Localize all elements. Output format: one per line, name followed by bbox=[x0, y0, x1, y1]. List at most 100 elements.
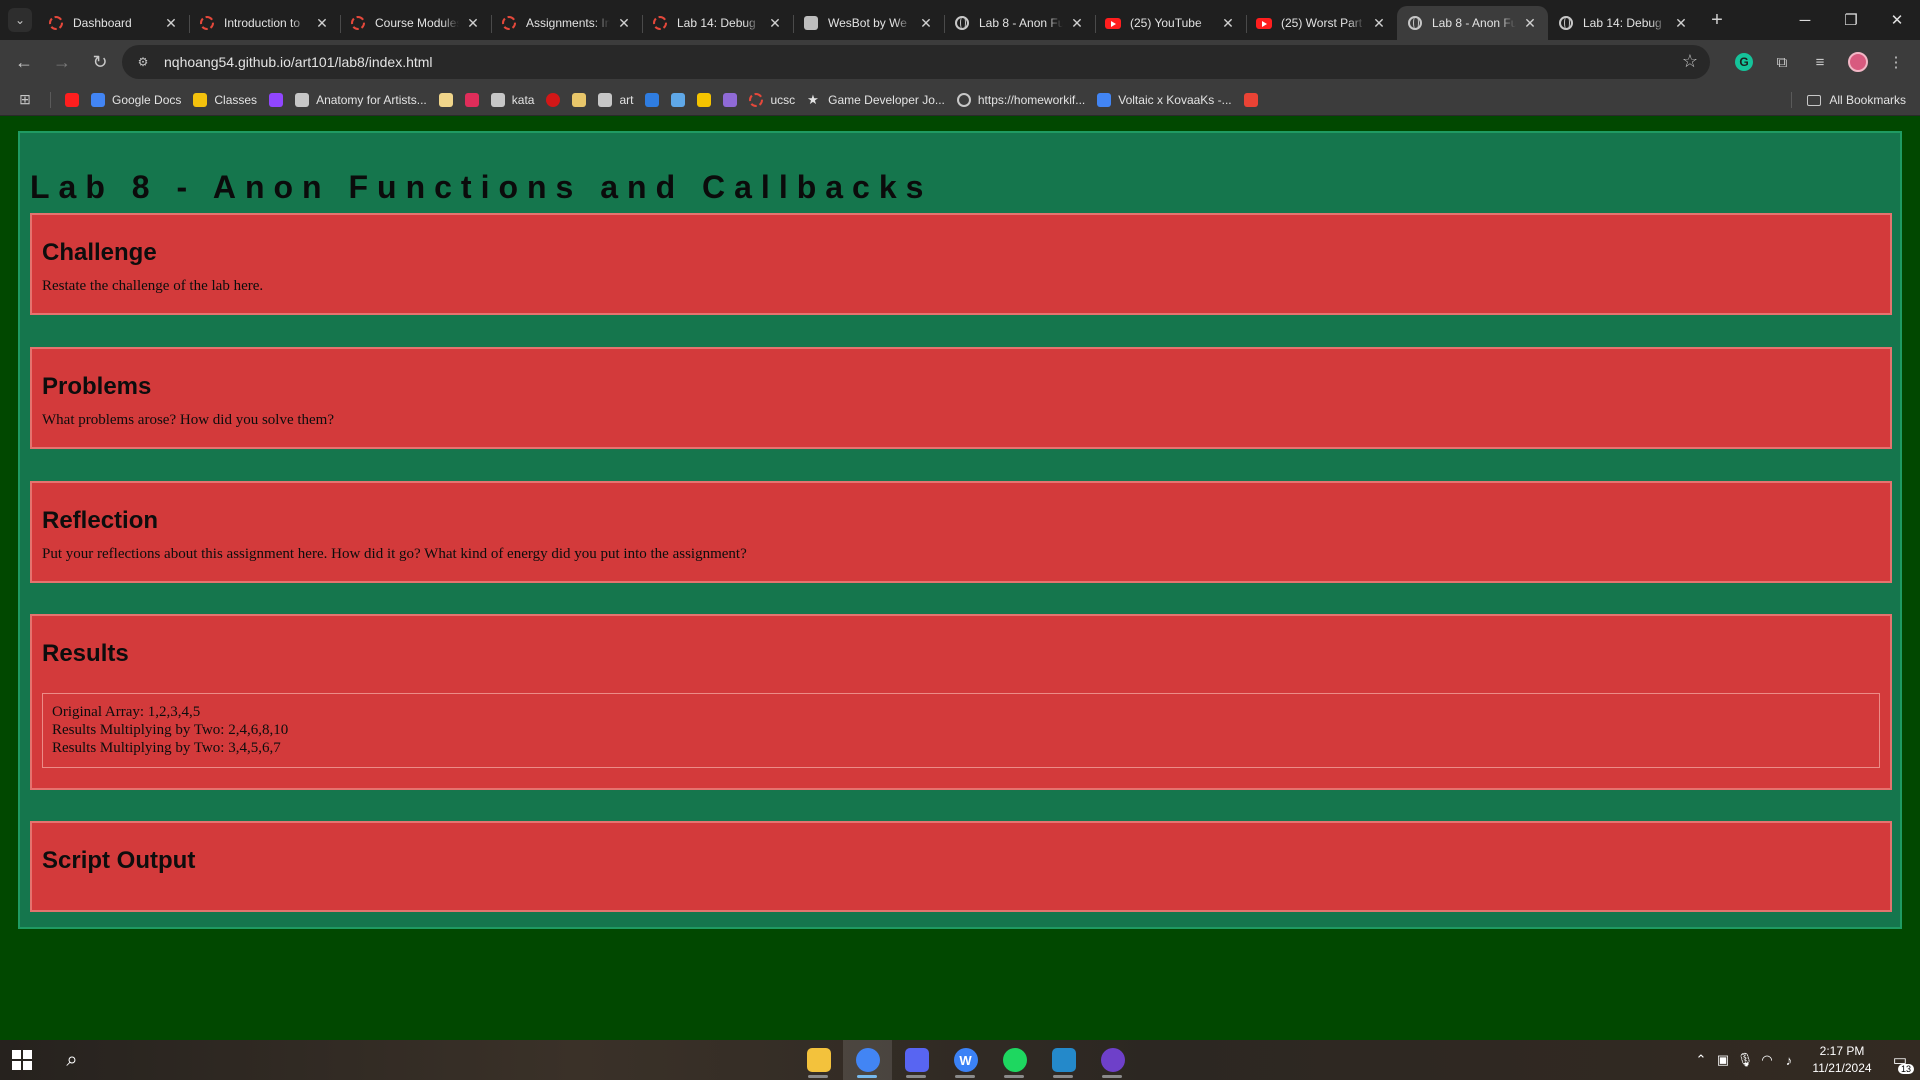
bookmark-item[interactable]: Anatomy for Artists... bbox=[289, 87, 433, 113]
close-tab-icon[interactable]: ✕ bbox=[767, 15, 783, 32]
page-title: Lab 8 - Anon Functions and Callbacks bbox=[30, 169, 933, 205]
close-tab-icon[interactable]: ✕ bbox=[1069, 15, 1085, 32]
taskbar-app-button[interactable] bbox=[1088, 1040, 1137, 1080]
grammarly-extension-button[interactable]: G bbox=[1728, 46, 1760, 78]
youtube-icon bbox=[65, 92, 79, 107]
close-tab-icon[interactable]: ✕ bbox=[163, 15, 179, 32]
wifi-icon[interactable]: ◠ bbox=[1756, 1052, 1778, 1068]
anatomy-icon bbox=[295, 92, 310, 107]
youtube-icon bbox=[1256, 15, 1272, 31]
site-info-icon[interactable]: ⚙ bbox=[132, 51, 154, 73]
address-url[interactable]: nqhoang54.github.io/art101/lab8/index.ht… bbox=[164, 54, 433, 70]
windows-taskbar: ⌕ W ⌃ ▣ 🎙 ◠ ♪ 2:17 PM 11/21/2024 ▭ 13 bbox=[0, 1040, 1920, 1080]
apps-grid-icon[interactable]: ⊞ bbox=[18, 91, 32, 107]
chrome-menu-button[interactable]: ⋮ bbox=[1880, 46, 1912, 78]
bookmark-item[interactable] bbox=[59, 87, 85, 113]
browser-tab[interactable]: Lab 8 - Anon Fu ✕ bbox=[1397, 6, 1548, 40]
canvas-ring-icon bbox=[350, 15, 366, 31]
browser-tab[interactable]: Assignments: In ✕ bbox=[491, 6, 642, 40]
minimize-button[interactable]: ─ bbox=[1782, 0, 1828, 40]
results-section: Results Original Array: 1,2,3,4,5 Result… bbox=[30, 614, 1892, 790]
clock[interactable]: 2:17 PM 11/21/2024 bbox=[1804, 1043, 1880, 1077]
bookmark-item[interactable]: ★ Game Developer Jo... bbox=[801, 87, 951, 113]
media-controls-button[interactable]: ≡ bbox=[1804, 46, 1836, 78]
dp-icon bbox=[697, 92, 712, 107]
bookmark-item[interactable]: Google Docs bbox=[85, 87, 187, 113]
tab-title: Lab 8 - Anon Fu bbox=[1432, 16, 1516, 30]
bookmark-list: Google Docs Classes Anatomy for Artists...… bbox=[59, 87, 1264, 113]
bookmark-star-icon[interactable]: ☆ bbox=[1682, 51, 1698, 72]
close-tab-icon[interactable]: ✕ bbox=[1220, 15, 1236, 32]
tab-title: Dashboard bbox=[73, 16, 132, 30]
browser-tab[interactable]: (25) Worst Part ✕ bbox=[1246, 6, 1397, 40]
chevron-up-icon[interactable]: ⌃ bbox=[1690, 1052, 1712, 1068]
browser-tab[interactable]: Course Modules ✕ bbox=[340, 6, 491, 40]
browser-tab[interactable]: (25) YouTube ✕ bbox=[1095, 6, 1246, 40]
taskbar-app-button[interactable] bbox=[794, 1040, 843, 1080]
tab-title: Lab 14: Debug bbox=[1583, 16, 1662, 30]
bookmark-item[interactable] bbox=[639, 87, 665, 113]
bookmark-label: ucsc bbox=[770, 92, 796, 107]
all-bookmarks-button[interactable]: All Bookmarks bbox=[1807, 87, 1906, 113]
bookmark-item[interactable] bbox=[1238, 87, 1264, 113]
taskbar-app-button[interactable]: W bbox=[941, 1040, 990, 1080]
bookmark-item[interactable] bbox=[540, 87, 566, 113]
taskbar-app-button[interactable] bbox=[892, 1040, 941, 1080]
meet-now-icon[interactable]: ▣ bbox=[1712, 1052, 1734, 1068]
bookmark-item[interactable]: Voltaic x KovaaKs -... bbox=[1091, 87, 1237, 113]
canvas-ring-icon bbox=[652, 15, 668, 31]
forward-button[interactable]: → bbox=[46, 46, 78, 78]
bookmark-item[interactable] bbox=[263, 87, 289, 113]
bookmark-item[interactable] bbox=[691, 87, 717, 113]
bookmark-item[interactable]: https://homeworkif... bbox=[951, 87, 1091, 113]
browser-tab[interactable]: Lab 14: Debug ✕ bbox=[642, 6, 793, 40]
close-tab-icon[interactable]: ✕ bbox=[1673, 15, 1689, 32]
extensions-button[interactable]: ⧉ bbox=[1766, 46, 1798, 78]
restore-button[interactable]: ❐ bbox=[1828, 0, 1874, 40]
browser-tab[interactable]: Lab 14: Debug ✕ bbox=[1548, 6, 1699, 40]
youtube-icon bbox=[1105, 15, 1121, 31]
close-tab-icon[interactable]: ✕ bbox=[918, 15, 934, 32]
close-tab-icon[interactable]: ✕ bbox=[1522, 15, 1538, 32]
volume-icon[interactable]: ♪ bbox=[1778, 1053, 1800, 1068]
bookmark-item[interactable] bbox=[459, 87, 485, 113]
notification-center-button[interactable]: ▭ 13 bbox=[1880, 1051, 1920, 1074]
taskbar-app-button[interactable] bbox=[843, 1040, 892, 1080]
bookmark-item[interactable] bbox=[665, 87, 691, 113]
bookmark-item[interactable]: Classes bbox=[187, 87, 263, 113]
back-button[interactable]: ← bbox=[8, 46, 40, 78]
profile-button[interactable] bbox=[1842, 46, 1874, 78]
google-docs-icon bbox=[1097, 92, 1112, 107]
browser-tab[interactable]: Introduction to ✕ bbox=[189, 6, 340, 40]
close-window-button[interactable]: ✕ bbox=[1874, 0, 1920, 40]
taskbar-app-button[interactable] bbox=[990, 1040, 1039, 1080]
close-tab-icon[interactable]: ✕ bbox=[1371, 15, 1387, 32]
close-tab-icon[interactable]: ✕ bbox=[314, 15, 330, 32]
bookmark-item[interactable] bbox=[566, 87, 592, 113]
star-icon: ★ bbox=[807, 91, 819, 107]
close-tab-icon[interactable]: ✕ bbox=[465, 15, 481, 32]
new-tab-button[interactable]: + bbox=[1703, 6, 1731, 34]
tab-search-button[interactable]: ⌄ bbox=[8, 8, 32, 32]
bookmarks-divider bbox=[50, 91, 51, 108]
browser-tab[interactable]: WesBot by We ✕ bbox=[793, 6, 944, 40]
browser-tab[interactable]: Dashboard ✕ bbox=[38, 6, 189, 40]
wesbot-icon bbox=[803, 15, 819, 31]
bookmark-item[interactable]: art bbox=[592, 87, 639, 113]
bookmark-item[interactable]: kata bbox=[485, 87, 541, 113]
result-line: Results Multiplying by Two: 3,4,5,6,7 bbox=[52, 740, 281, 756]
bookmark-item[interactable] bbox=[433, 87, 459, 113]
bookmark-item[interactable]: ucsc bbox=[743, 87, 801, 113]
taskbar-app-button[interactable] bbox=[1039, 1040, 1088, 1080]
browser-tab[interactable]: Lab 8 - Anon Fu ✕ bbox=[944, 6, 1095, 40]
globe-icon bbox=[954, 15, 970, 31]
clock-date: 11/21/2024 bbox=[1812, 1061, 1872, 1075]
address-bar[interactable]: ⚙ nqhoang54.github.io/art101/lab8/index.… bbox=[122, 45, 1710, 79]
search-icon[interactable]: ⌕ bbox=[60, 1048, 84, 1072]
microphone-icon[interactable]: 🎙 bbox=[1734, 1052, 1756, 1068]
globe-icon bbox=[956, 92, 971, 107]
windows-start-button[interactable] bbox=[12, 1050, 32, 1070]
reload-button[interactable]: ↻ bbox=[84, 46, 116, 78]
bookmark-item[interactable] bbox=[717, 87, 743, 113]
close-tab-icon[interactable]: ✕ bbox=[616, 15, 632, 32]
